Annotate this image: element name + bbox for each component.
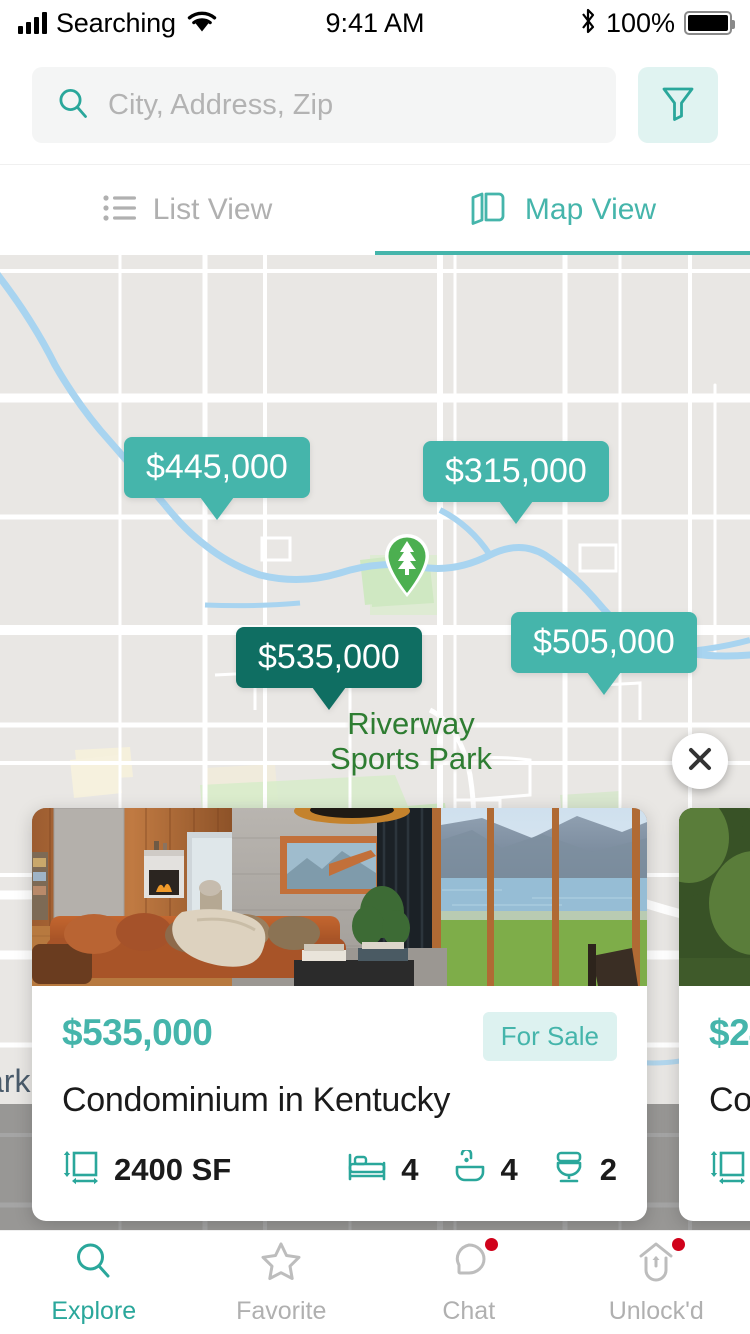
park-tree-pin-icon[interactable] bbox=[379, 529, 435, 599]
filter-button[interactable] bbox=[638, 67, 718, 143]
bluetooth-icon bbox=[579, 7, 597, 40]
status-bar: Searching 9:41 AM 100% bbox=[0, 0, 750, 46]
beds-value: 4 bbox=[401, 1151, 419, 1187]
status-bar-left: Searching bbox=[18, 8, 219, 39]
nav-label-favorite: Favorite bbox=[236, 1296, 327, 1325]
price-marker-tail bbox=[311, 687, 346, 710]
nav-label-unlockd: Unlock'd bbox=[608, 1296, 704, 1325]
nav-item-unlockd[interactable]: Unlock'd bbox=[563, 1237, 750, 1326]
property-photo[interactable] bbox=[679, 808, 750, 986]
property-room-stats: 4 4 2 bbox=[347, 1148, 617, 1189]
app-root: Searching 9:41 AM 100% City, Address, Zi… bbox=[0, 0, 750, 1334]
bathtub-icon bbox=[453, 1148, 487, 1189]
area-size-icon bbox=[62, 1148, 100, 1191]
chat-bubble-icon bbox=[448, 1237, 498, 1287]
stat-beds: 4 bbox=[347, 1151, 419, 1188]
close-icon bbox=[686, 745, 714, 778]
search-placeholder: City, Address, Zip bbox=[108, 88, 334, 121]
stat-area: 2400 SF bbox=[62, 1148, 231, 1191]
battery-icon bbox=[684, 11, 735, 35]
signal-bars-icon bbox=[18, 12, 47, 34]
toilet-icon bbox=[552, 1150, 586, 1189]
price-marker-label: $315,000 bbox=[423, 441, 609, 502]
property-photo[interactable] bbox=[32, 808, 647, 986]
bed-icon bbox=[347, 1151, 387, 1188]
property-card-body: $535,000 For Sale Condominium in Kentuck… bbox=[32, 986, 647, 1221]
search-icon bbox=[73, 1240, 115, 1287]
property-stats: 2400 SF 4 4 2 bbox=[62, 1148, 617, 1191]
nav-label-explore: Explore bbox=[51, 1296, 137, 1325]
tab-list-view[interactable]: List View bbox=[0, 165, 375, 255]
unlockd-badge-dot bbox=[672, 1237, 686, 1251]
price-marker-tail bbox=[498, 501, 533, 524]
map-layers-icon bbox=[469, 190, 509, 231]
property-card-carousel[interactable]: $535,000 For Sale Condominium in Kentuck… bbox=[0, 808, 750, 1221]
property-price: $535,000 bbox=[62, 1012, 213, 1053]
price-marker-315000[interactable]: $315,000 bbox=[423, 441, 609, 524]
carrier-label: Searching bbox=[56, 7, 176, 38]
price-marker-tail bbox=[586, 672, 621, 695]
property-price: $240,000 bbox=[709, 1012, 750, 1053]
home-unlock-icon bbox=[635, 1237, 686, 1287]
status-bar-right: 100% bbox=[579, 7, 735, 40]
baths-value: 4 bbox=[500, 1151, 518, 1187]
property-card-header: $240,000 For Sale bbox=[709, 1012, 750, 1061]
nav-label-chat: Chat bbox=[442, 1296, 496, 1325]
filter-funnel-icon bbox=[659, 83, 697, 128]
search-icon bbox=[56, 86, 90, 125]
tab-list-view-label: List View bbox=[152, 193, 273, 226]
property-card[interactable]: $535,000 For Sale Condominium in Kentuck… bbox=[32, 808, 647, 1221]
price-marker-label: $445,000 bbox=[124, 437, 310, 498]
wifi-icon bbox=[185, 8, 219, 39]
list-icon bbox=[103, 193, 137, 228]
nav-item-explore[interactable]: Explore bbox=[0, 1240, 188, 1326]
price-marker-445000[interactable]: $445,000 bbox=[124, 437, 310, 520]
toilets-value: 2 bbox=[599, 1151, 617, 1187]
property-stats: 1800 SF 3 bbox=[709, 1148, 750, 1191]
price-marker-label: $505,000 bbox=[511, 612, 697, 673]
tab-map-view[interactable]: Map View bbox=[375, 165, 750, 255]
search-row: City, Address, Zip bbox=[0, 46, 750, 165]
stat-area: 1800 SF bbox=[709, 1148, 750, 1191]
search-input[interactable]: City, Address, Zip bbox=[32, 67, 616, 143]
area-value: 2400 SF bbox=[114, 1151, 232, 1187]
stat-baths: 4 bbox=[453, 1148, 518, 1189]
battery-percent-label: 100% bbox=[605, 7, 675, 38]
nav-item-chat[interactable]: Chat bbox=[375, 1237, 563, 1326]
close-card-button[interactable] bbox=[672, 733, 728, 789]
price-marker-label: $535,000 bbox=[236, 627, 422, 688]
property-card-body: $240,000 For Sale Condominium in Texas bbox=[679, 986, 750, 1221]
view-tabs: List View Map View bbox=[0, 165, 750, 255]
price-marker-505000[interactable]: $505,000 bbox=[511, 612, 697, 695]
nav-item-favorite[interactable]: Favorite bbox=[188, 1240, 376, 1326]
property-title: Condominium in Texas bbox=[709, 1081, 750, 1119]
price-marker-535000-selected[interactable]: $535,000 bbox=[236, 627, 422, 710]
property-title: Condominium in Kentucky bbox=[62, 1081, 451, 1119]
chat-badge-dot bbox=[484, 1237, 498, 1251]
bottom-navigation: Explore Favorite Chat Unlock'd bbox=[0, 1230, 750, 1334]
star-icon bbox=[260, 1240, 302, 1287]
area-size-icon bbox=[709, 1148, 747, 1191]
property-card[interactable]: $240,000 For Sale Condominium in Texas bbox=[679, 808, 750, 1221]
stat-toilets: 2 bbox=[552, 1150, 617, 1189]
status-badge: For Sale bbox=[482, 1012, 617, 1061]
tab-map-view-label: Map View bbox=[524, 193, 657, 226]
property-card-header: $535,000 For Sale bbox=[62, 1012, 617, 1061]
price-marker-tail bbox=[199, 497, 234, 520]
